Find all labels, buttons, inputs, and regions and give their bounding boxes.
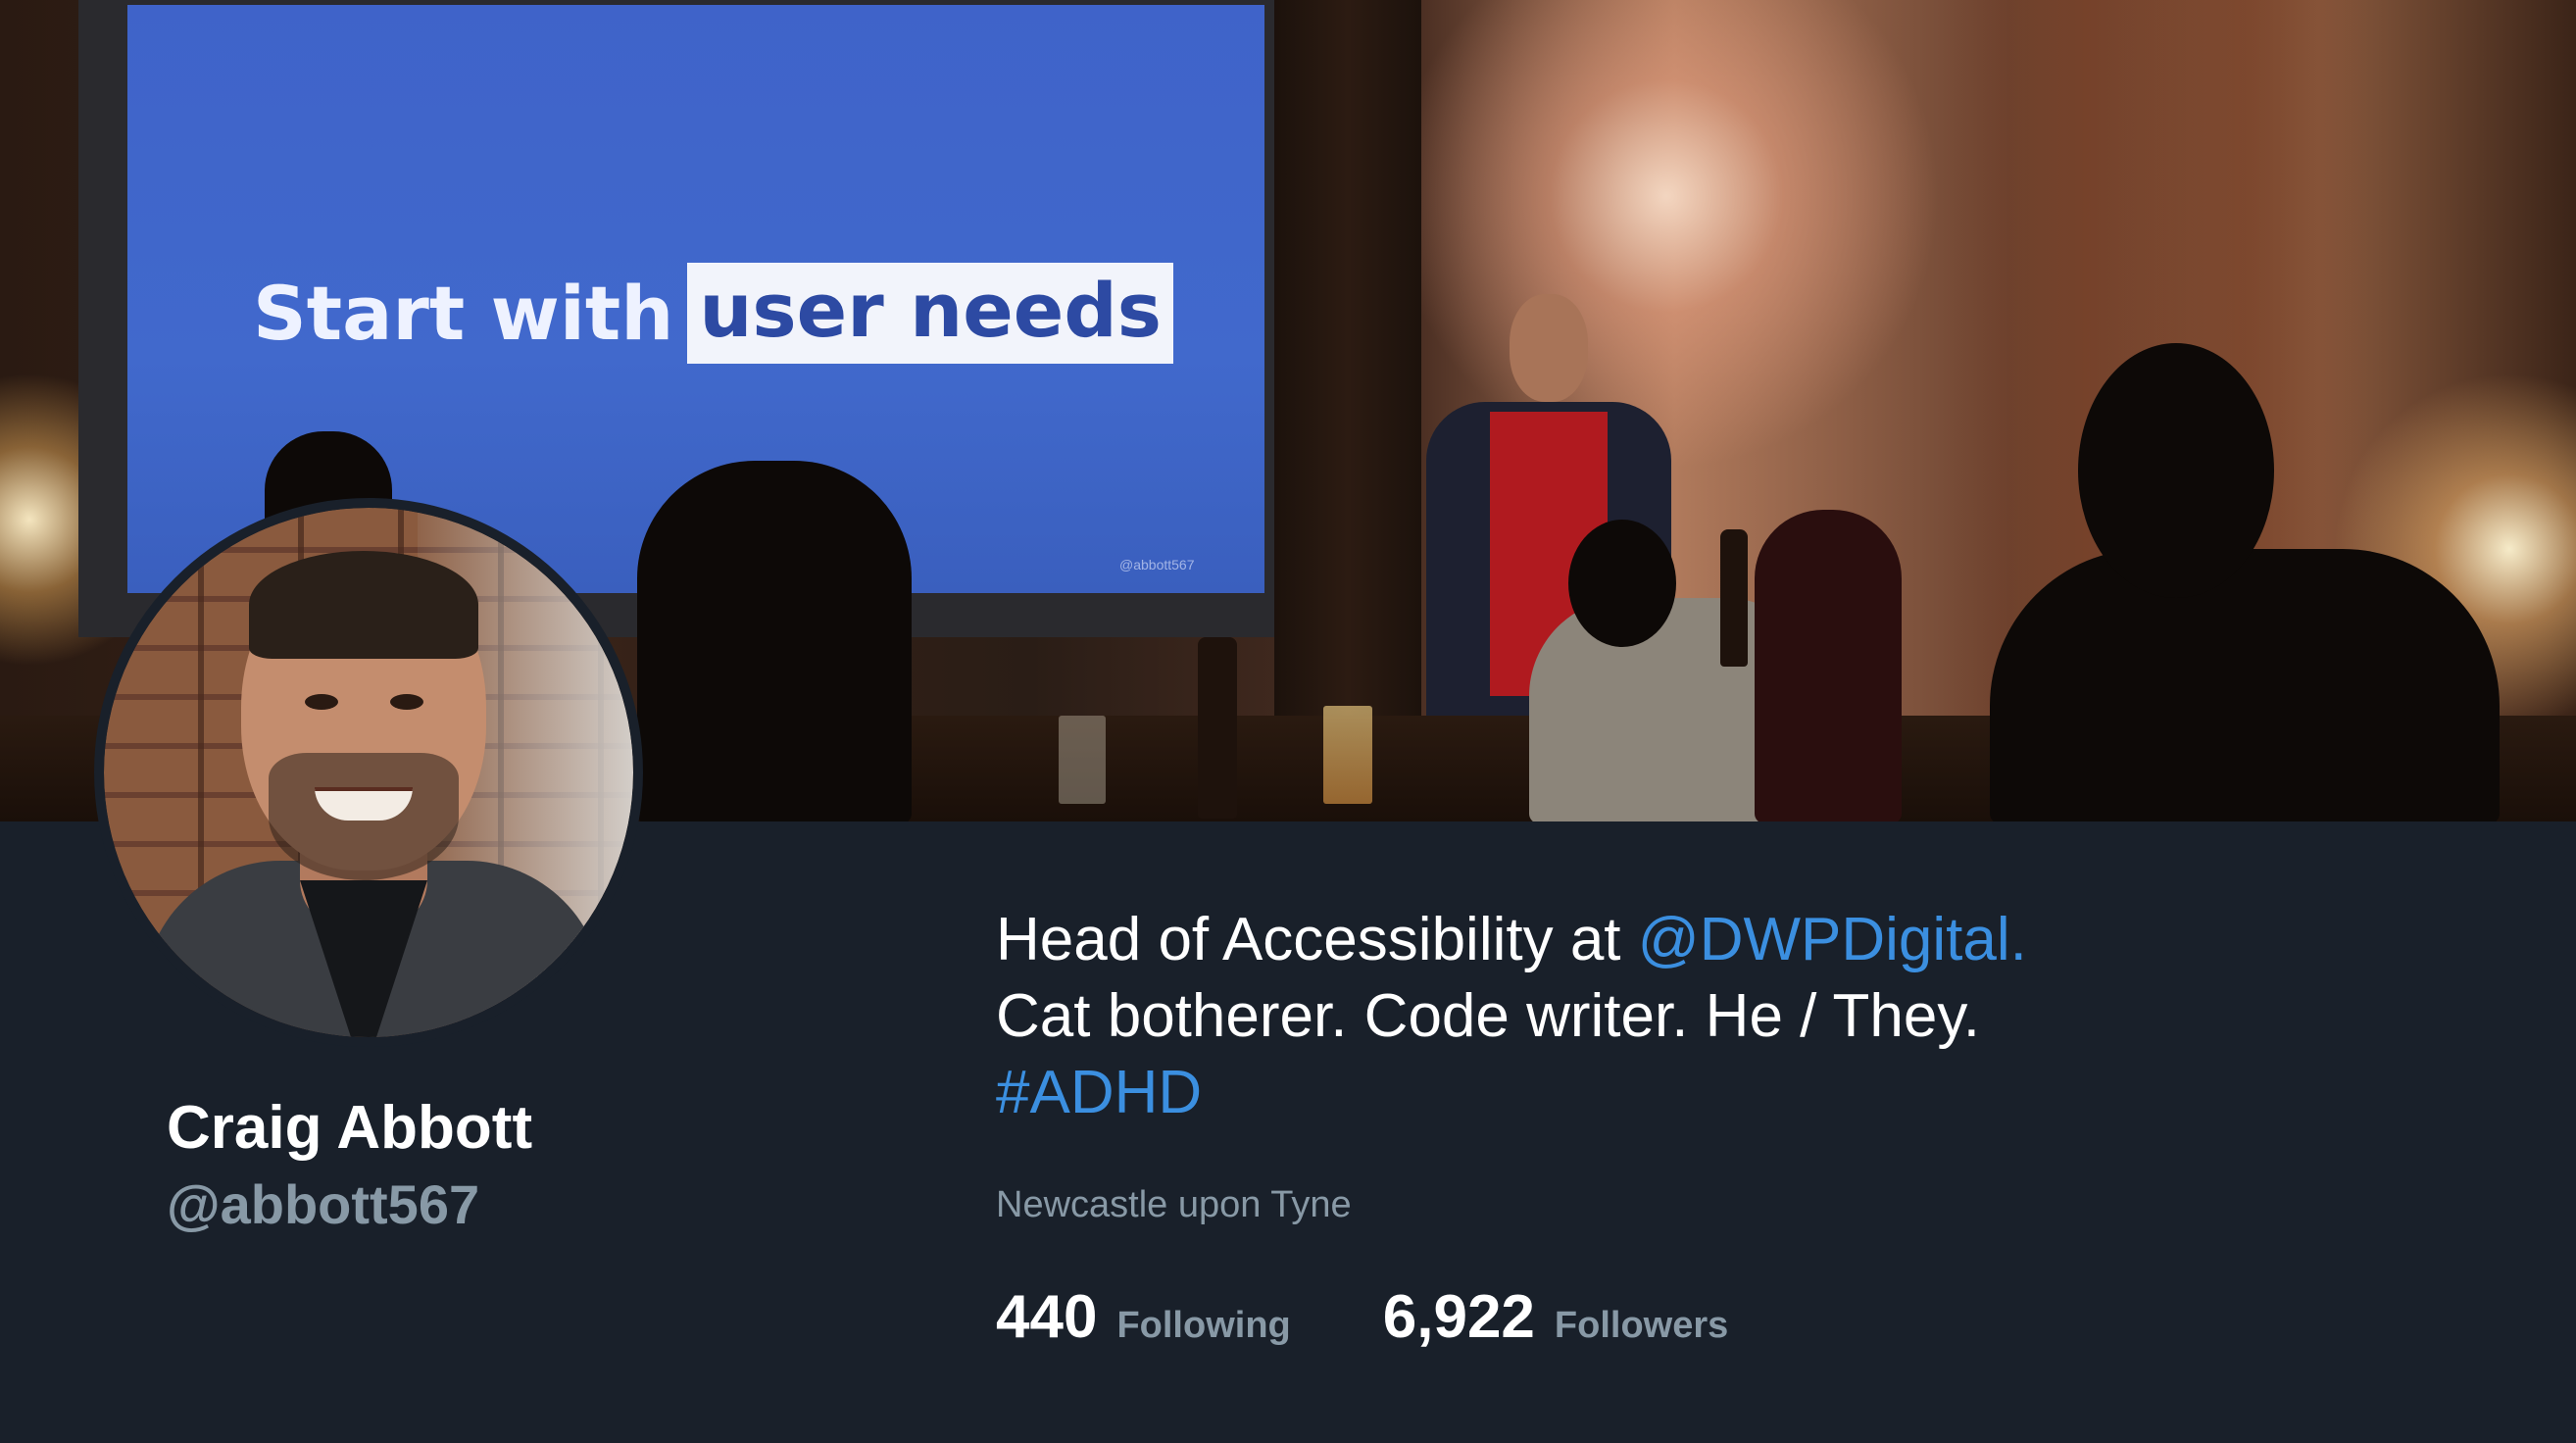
followers-count: 6,922 [1382,1283,1535,1351]
profile-location: Newcastle upon Tyne [996,1184,1352,1225]
profile-bio: Head of Accessibility at @DWPDigital. Ca… [996,902,2368,1131]
bottle [1198,637,1237,819]
bio-line-3: #ADHD [996,1055,2368,1131]
audience-silhouette [1755,510,1902,821]
audience-silhouette [1990,549,2500,821]
bio-hashtag-link[interactable]: #ADHD [996,1059,1202,1126]
avatar-photo [104,508,633,1037]
following-stat[interactable]: 440 Following [996,1282,1291,1352]
bio-line-1: Head of Accessibility at @DWPDigital. [996,902,2368,978]
banner-wall-light [1392,0,1941,471]
following-count: 440 [996,1283,1098,1351]
followers-stat[interactable]: 6,922 Followers [1383,1282,1729,1352]
following-label: Following [1116,1305,1291,1346]
followers-label: Followers [1554,1305,1729,1346]
slide-text: Start with user needs [253,263,1173,364]
bottle [1720,529,1748,667]
bio-punctuation: . [2009,906,2027,973]
profile-name: Craig Abbott [167,1094,533,1162]
bio-line-2: Cat botherer. Code writer. He / They. [996,982,1980,1050]
slide-text-highlight: user needs [687,263,1173,364]
banner-pillar [1274,0,1421,821]
profile-handle[interactable]: @abbott567 [167,1172,479,1236]
profile-card: Start with user needs @abbott567 Craig A… [0,0,2576,1443]
speaker-head [1510,294,1588,402]
slide-credit: @abbott567 [1119,557,1195,572]
bio-text: Head of Accessibility at [996,906,1638,973]
profile-avatar[interactable] [94,498,643,1047]
profile-stats: 440 Following 6,922 Followers [996,1282,1728,1352]
glass [1323,706,1372,804]
bio-mention-link[interactable]: @DWPDigital [1638,906,2010,973]
slide-text-plain: Start with [253,270,674,357]
audience-silhouette [637,461,912,821]
audience-silhouette [2078,343,2274,598]
glass [1059,716,1106,804]
avatar-eye [390,694,423,710]
audience-silhouette [1568,520,1676,647]
avatar-hair [249,551,478,659]
avatar-eye [305,694,338,710]
